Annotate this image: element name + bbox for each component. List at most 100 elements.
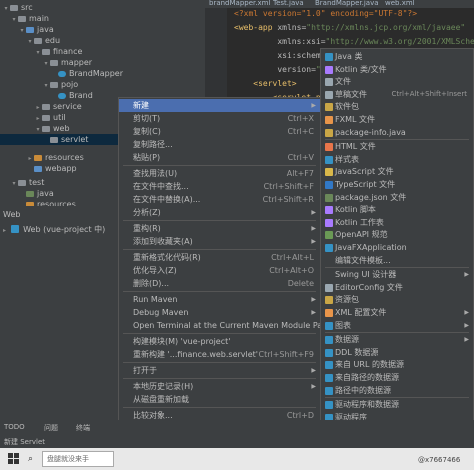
file-type-icon: [325, 90, 333, 99]
new-submenu-item[interactable]: 来自路径的数据源: [321, 371, 473, 384]
tree-item[interactable]: ▾ pojo: [42, 79, 78, 90]
new-submenu-item-label: 文件: [335, 77, 351, 87]
menu-item-u[interactable]: 查找用法(U) Alt+F7: [119, 167, 320, 180]
chevron-down-icon[interactable]: ▾: [10, 14, 18, 25]
new-submenu-item[interactable]: FXML 文件: [321, 113, 473, 126]
menu-item-z[interactable]: 分析(Z) ▶: [119, 206, 320, 219]
new-submenu-item[interactable]: Swing UI 设计器 ▶: [321, 268, 473, 281]
menu-item-run-maven[interactable]: Run Maven ▶: [119, 293, 320, 306]
tree-item[interactable]: ▸ resources: [26, 152, 83, 163]
windows-start-icon[interactable]: [8, 453, 20, 465]
new-submenu-item[interactable]: 来自 URL 的数据源: [321, 358, 473, 371]
menu-item-i3[interactable]: 复制路径...: [119, 138, 320, 151]
editor-tab[interactable]: web.xml: [385, 0, 415, 8]
new-submenu-item[interactable]: OpenAPI 规范: [321, 228, 473, 241]
tree-item[interactable]: Brand: [50, 90, 93, 101]
editor-tab[interactable]: Test.java: [273, 0, 304, 8]
web-panel-item[interactable]: ▸ Web (vue-project 中): [3, 224, 105, 235]
new-submenu-item[interactable]: JavaFXApplication: [321, 241, 473, 254]
chevron-down-icon[interactable]: ▾: [10, 178, 18, 189]
file-type-icon: [325, 65, 333, 74]
menu-item-finance-web-servlet[interactable]: 重新构建 '...finance.web.servlet' Ctrl+Shift+…: [119, 348, 320, 361]
menu-item-h[interactable]: 本地历史记录(H) ▶: [119, 380, 320, 393]
new-submenu-item[interactable]: 路径中的数据源: [321, 384, 473, 397]
tree-item[interactable]: ▾ mapper: [42, 57, 92, 68]
tree-item[interactable]: ▾ main: [10, 13, 49, 24]
new-submenu-item[interactable]: Kotlin 工作表: [321, 216, 473, 229]
tree-item[interactable]: java: [18, 188, 54, 199]
menu-item-i0[interactable]: 新建 ▶: [119, 99, 320, 112]
web-panel-item-label: Web (vue-project 中): [23, 225, 106, 234]
new-submenu-item[interactable]: EditorConfig 文件: [321, 281, 473, 294]
new-submenu-item[interactable]: package.json 文件: [321, 191, 473, 204]
menu-item-r[interactable]: 重构(R) ▶: [119, 222, 320, 235]
tree-item[interactable]: ▾ finance: [34, 46, 82, 57]
menu-item-r[interactable]: 重新格式化代码(R) Ctrl+Alt+L: [119, 251, 320, 264]
menu-item-a[interactable]: 在文件中替换(A)... Ctrl+Shift+R: [119, 193, 320, 206]
new-submenu-item[interactable]: HTML 文件: [321, 140, 473, 153]
menu-item-i21[interactable]: 从磁盘重新加载: [119, 393, 320, 406]
folder-icon: [42, 115, 50, 121]
new-submenu-item[interactable]: Kotlin 脚本: [321, 203, 473, 216]
folder-icon: [42, 104, 50, 110]
menu-item-label: 从磁盘重新加载: [133, 395, 189, 404]
new-submenu-item[interactable]: 数据源 ▶: [321, 333, 473, 346]
tool-window-button[interactable]: 问题: [44, 423, 58, 433]
chevron-down-icon[interactable]: ▾: [26, 36, 34, 47]
chevron-down-icon[interactable]: ▾: [18, 25, 26, 36]
menu-item-c[interactable]: 复制(C) Ctrl+C: [119, 125, 320, 138]
taskbar-search-input[interactable]: 盘腿就没来手: [42, 451, 114, 467]
menu-item-t[interactable]: 剪切(T) Ctrl+X: [119, 112, 320, 125]
new-submenu-item[interactable]: 文件: [321, 75, 473, 88]
menu-item-open-terminal-at-the-current-maven-module-path[interactable]: Open Terminal at the Current Maven Modul…: [119, 319, 330, 332]
menu-item-i6[interactable]: 在文件中查找... Ctrl+Shift+F: [119, 180, 320, 193]
new-submenu-item[interactable]: 草稿文件 Ctrl+Alt+Shift+Insert: [321, 88, 473, 101]
new-submenu-item[interactable]: JavaScript 文件: [321, 165, 473, 178]
menu-item-d[interactable]: 删除(D)... Delete: [119, 277, 320, 290]
tool-window-button[interactable]: 终端: [76, 423, 90, 433]
new-submenu-item[interactable]: Kotlin 类/文件: [321, 63, 473, 76]
new-submenu-item[interactable]: 软件包: [321, 100, 473, 113]
search-icon[interactable]: ⌕: [28, 454, 33, 464]
menu-item-p[interactable]: 粘贴(P) Ctrl+V: [119, 151, 320, 164]
menu-item-i19[interactable]: 打开于 ▶: [119, 364, 320, 377]
new-submenu-item[interactable]: 资源包: [321, 293, 473, 306]
chevron-down-icon[interactable]: ▾: [34, 47, 42, 58]
editor-tab[interactable]: BrandMapper.java: [315, 0, 379, 8]
new-submenu-item[interactable]: 图表 ▶: [321, 319, 473, 332]
new-submenu-item[interactable]: DDL 数据源: [321, 346, 473, 359]
new-submenu-item[interactable]: 驱动程序和数据源: [321, 398, 473, 411]
folder-icon: [18, 180, 26, 186]
new-submenu-item[interactable]: package-info.java: [321, 126, 473, 139]
folder-icon: [58, 71, 66, 77]
new-submenu-item[interactable]: XML 配置文件 ▶: [321, 306, 473, 319]
tree-item[interactable]: ▸ service: [34, 101, 81, 112]
tree-item[interactable]: ▾ test: [10, 177, 44, 188]
tree-item[interactable]: ▾ edu: [26, 35, 60, 46]
tree-item[interactable]: webapp: [26, 163, 77, 174]
tree-item[interactable]: ▾ web: [34, 123, 69, 134]
chevron-down-icon[interactable]: ▾: [2, 3, 10, 14]
tool-window-button[interactable]: TODO: [4, 423, 25, 431]
tree-item[interactable]: ▾ src: [2, 2, 32, 14]
menu-item-debug-maven[interactable]: Debug Maven ▶: [119, 306, 320, 319]
tree-item[interactable]: ▾ java: [18, 24, 53, 36]
new-submenu-item[interactable]: TypeScript 文件: [321, 178, 473, 191]
menu-item-z[interactable]: 优化导入(Z) Ctrl+Alt+O: [119, 264, 320, 277]
menu-item-label: 构建模块(M) 'vue-project': [133, 337, 231, 346]
folder-icon: [34, 155, 42, 161]
menu-item-m-vue-project[interactable]: 构建模块(M) 'vue-project': [119, 335, 320, 348]
new-submenu-item[interactable]: Java 类: [321, 50, 473, 63]
chevron-down-icon[interactable]: ▾: [42, 80, 50, 91]
tree-item-label: BrandMapper: [69, 69, 123, 78]
editor-tab[interactable]: brandMapper.xml: [209, 0, 270, 8]
new-submenu-item[interactable]: 编辑文件模板...: [321, 254, 473, 267]
file-type-icon: [325, 244, 333, 252]
chevron-down-icon[interactable]: ▾: [42, 58, 50, 69]
new-submenu-item[interactable]: 样式表: [321, 153, 473, 166]
tree-item[interactable]: BrandMapper: [50, 68, 123, 79]
new-submenu-item-label: JavaScript 文件: [335, 167, 394, 177]
tree-item[interactable]: ▸ util: [34, 112, 65, 123]
menu-item-a[interactable]: 添加到收藏夹(A) ▶: [119, 235, 320, 248]
menu-item-label: 剪切(T): [133, 114, 161, 123]
